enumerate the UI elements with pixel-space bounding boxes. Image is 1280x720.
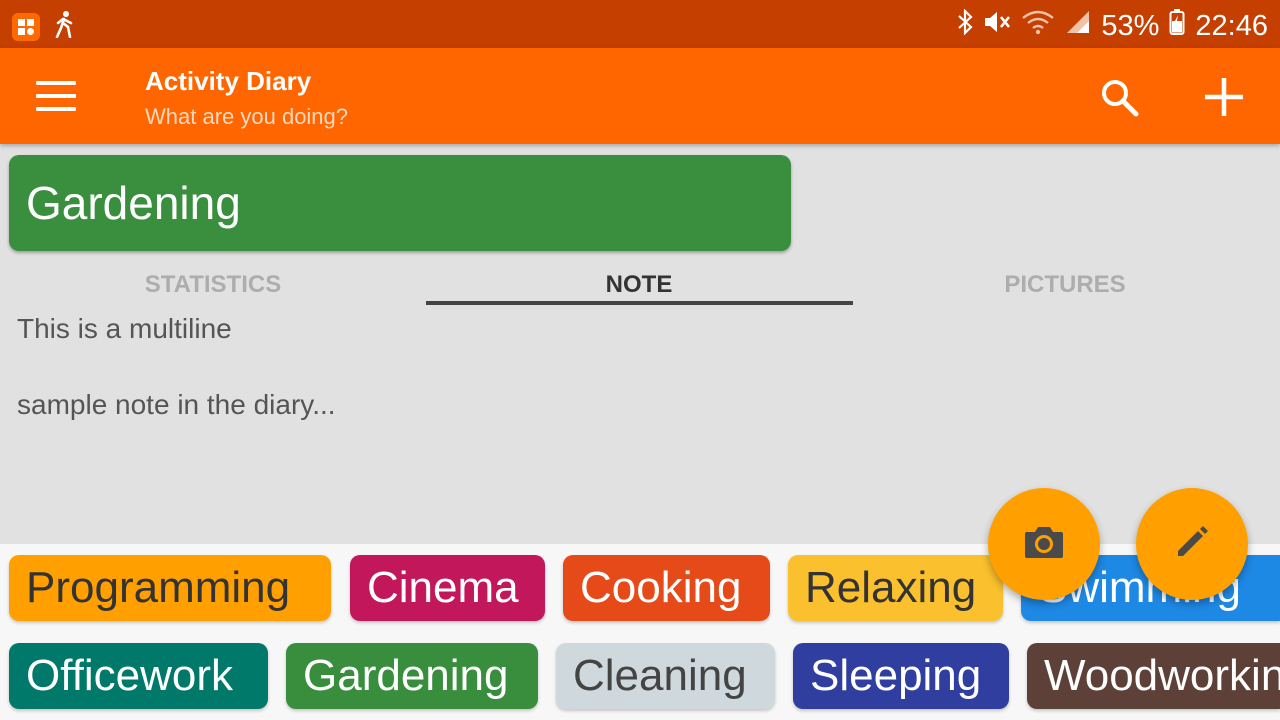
menu-icon[interactable] xyxy=(36,81,76,111)
camera-icon xyxy=(1023,524,1065,565)
camera-button[interactable] xyxy=(988,488,1100,600)
tab-pictures[interactable]: PICTURES xyxy=(852,262,1278,308)
activity-chip-cooking[interactable]: Cooking xyxy=(563,555,770,621)
wifi-icon xyxy=(1021,9,1055,42)
note-line: sample note in the diary... xyxy=(17,389,336,420)
current-activity-name: Gardening xyxy=(26,177,241,229)
app-bar: Activity Diary What are you doing? xyxy=(0,48,1280,144)
activity-chip-gardening[interactable]: Gardening xyxy=(286,643,538,709)
signal-icon xyxy=(1065,9,1091,42)
tab-indicator xyxy=(426,301,853,305)
activity-chip-sleeping[interactable]: Sleeping xyxy=(793,643,1009,709)
battery-icon xyxy=(1169,8,1185,43)
status-notifications xyxy=(12,10,76,43)
note-line: This is a multiline xyxy=(17,313,232,344)
status-bar: 53% 22:46 xyxy=(0,0,1280,48)
note-text[interactable]: This is a multiline sample note in the d… xyxy=(17,310,336,424)
clock: 22:46 xyxy=(1195,9,1268,42)
app-title: Activity Diary xyxy=(145,66,312,96)
current-activity-card[interactable]: Gardening xyxy=(9,155,791,251)
tab-statistics[interactable]: STATISTICS xyxy=(0,262,426,308)
walking-icon xyxy=(54,10,76,43)
mute-icon xyxy=(983,9,1011,42)
add-icon[interactable] xyxy=(1203,76,1245,123)
activity-chip-relaxing[interactable]: Relaxing xyxy=(788,555,1003,621)
activity-chip-programming[interactable]: Programming xyxy=(9,555,331,621)
battery-percent: 53% xyxy=(1101,9,1160,42)
app-subtitle: What are you doing? xyxy=(145,104,349,129)
search-icon[interactable] xyxy=(1100,78,1140,123)
edit-note-button[interactable] xyxy=(1136,488,1248,600)
activity-chip-cinema[interactable]: Cinema xyxy=(350,555,545,621)
activity-chip-officework[interactable]: Officework xyxy=(9,643,268,709)
app-notification-icon xyxy=(12,12,40,41)
status-indicators: 53% 22:46 xyxy=(957,8,1268,43)
bluetooth-icon xyxy=(957,8,973,42)
activity-chip-cleaning[interactable]: Cleaning xyxy=(556,643,775,709)
activity-chip-woodworking[interactable]: Woodworking xyxy=(1027,643,1280,709)
edit-icon xyxy=(1174,524,1210,565)
